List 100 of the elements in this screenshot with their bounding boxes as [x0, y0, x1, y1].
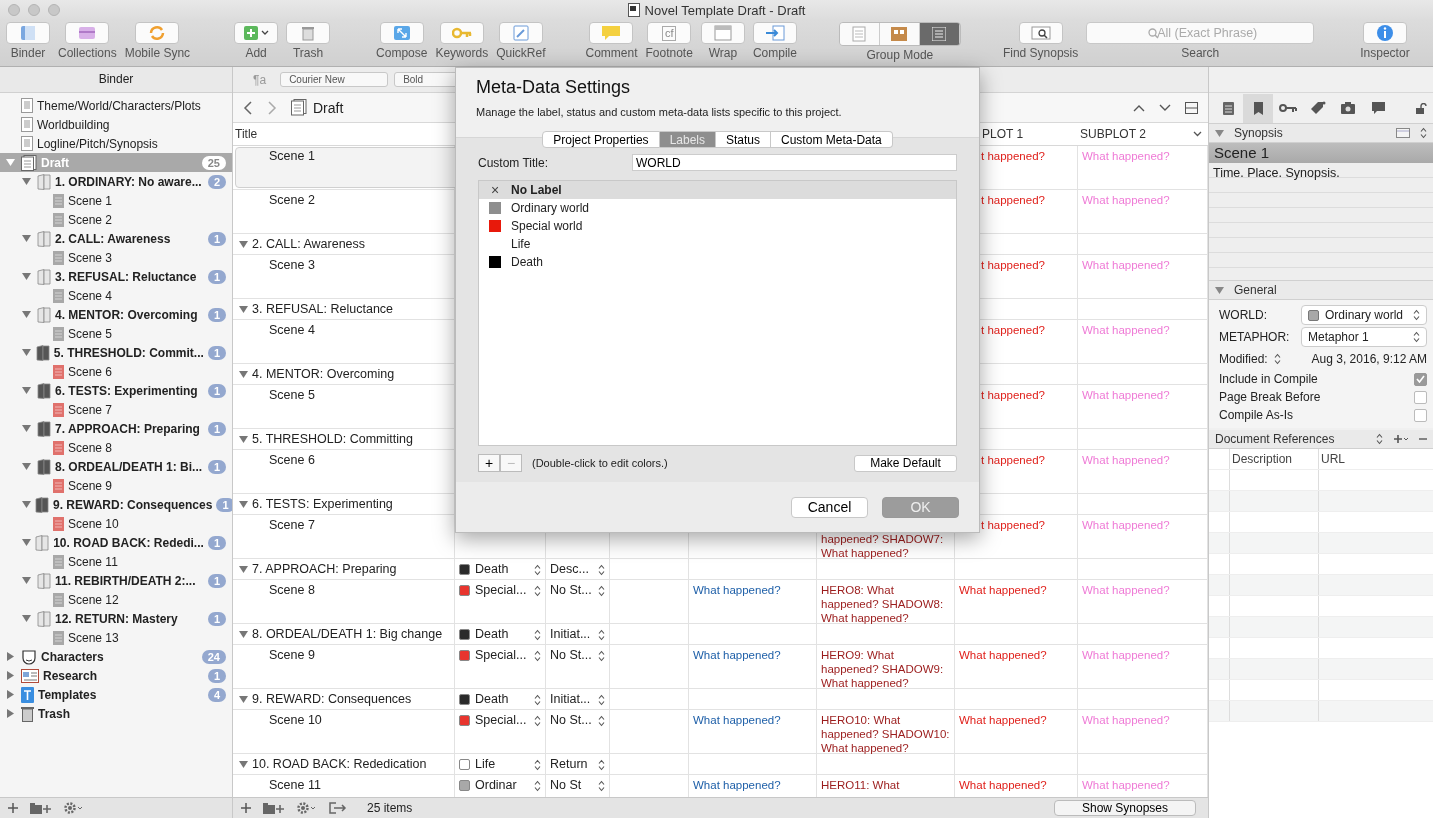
disclosure-down-icon[interactable]	[22, 500, 31, 509]
label-value[interactable]: Death	[475, 692, 529, 706]
outliner-mode-button[interactable]	[919, 23, 960, 45]
disclosure-down-icon[interactable]	[22, 576, 31, 585]
stepper-icon[interactable]	[598, 694, 605, 706]
status-value[interactable]: Desc...	[550, 562, 593, 576]
tab[interactable]: Project Properties	[542, 131, 660, 148]
tab[interactable]: Status	[716, 131, 772, 148]
column-header[interactable]: URL	[1319, 449, 1433, 469]
status-value[interactable]: No St...	[550, 583, 593, 597]
inspector-button[interactable]	[1362, 22, 1407, 44]
stepper-icon[interactable]	[1376, 433, 1383, 445]
label-list-item[interactable]: Death	[479, 253, 956, 271]
add-folder-icon[interactable]	[30, 802, 52, 814]
disclosure-down-icon[interactable]	[22, 234, 31, 243]
search-field[interactable]: All (Exact Phrase)	[1086, 22, 1315, 44]
binder-item[interactable]: 1. ORDINARY: No aware... 2	[0, 172, 232, 191]
disclosure-down-icon[interactable]	[239, 760, 248, 769]
show-synopses-button[interactable]: Show Synopses	[1054, 800, 1196, 816]
disclosure-right-icon[interactable]	[6, 709, 15, 718]
binder-item[interactable]: Scene 7	[0, 400, 232, 419]
stepper-icon[interactable]	[534, 650, 541, 662]
binder-item[interactable]: Templates 4	[0, 685, 232, 704]
add-menu-icon[interactable]	[1393, 434, 1409, 444]
binder-item[interactable]: 4. MENTOR: Overcoming 1	[0, 305, 232, 324]
binder-item[interactable]: 5. THRESHOLD: Commit... 1	[0, 343, 232, 362]
export-icon[interactable]	[329, 802, 347, 814]
cancel-button[interactable]: Cancel	[791, 496, 868, 518]
binder-item[interactable]: 10. ROAD BACK: Rededi... 1	[0, 533, 232, 552]
binder-button[interactable]	[6, 22, 50, 44]
stepper-icon[interactable]	[598, 585, 605, 597]
disclosure-down-icon[interactable]	[22, 538, 31, 547]
binder-item[interactable]: Scene 2	[0, 210, 232, 229]
disclosure-down-icon[interactable]	[1215, 129, 1224, 137]
binder-item[interactable]: Scene 5	[0, 324, 232, 343]
add-icon[interactable]	[241, 803, 251, 813]
disclosure-down-icon[interactable]	[22, 614, 31, 623]
binder-item[interactable]: Theme/World/Characters/Plots	[0, 96, 232, 115]
corkboard-mode-button[interactable]	[879, 23, 920, 45]
checkbox[interactable]	[1414, 408, 1427, 422]
stepper-icon[interactable]	[598, 650, 605, 662]
checkbox[interactable]	[1414, 372, 1427, 386]
binder-item[interactable]: Logline/Pitch/Synopsis	[0, 134, 232, 153]
status-value[interactable]: No St...	[550, 648, 593, 662]
status-value[interactable]: No St	[550, 778, 593, 792]
stepper-icon[interactable]	[598, 759, 605, 771]
label-value[interactable]: Life	[475, 757, 529, 771]
disclosure-down-icon[interactable]	[239, 240, 248, 249]
footnote-button[interactable]: cf	[647, 22, 692, 44]
binder-item[interactable]: 6. TESTS: Experimenting 1	[0, 381, 232, 400]
binder-item[interactable]: Scene 13	[0, 628, 232, 647]
stepper-icon[interactable]	[598, 629, 605, 641]
font-select[interactable]: Courier New	[280, 72, 389, 87]
label-list-item[interactable]: Life	[479, 235, 956, 253]
card-icon[interactable]	[1396, 128, 1410, 138]
binder-item[interactable]: Scene 9	[0, 476, 232, 495]
binder-item[interactable]: 12. RETURN: Mastery 1	[0, 609, 232, 628]
stepper-icon[interactable]	[534, 694, 541, 706]
label-value[interactable]: Special...	[475, 648, 529, 662]
select-field[interactable]: Metaphor 1	[1301, 327, 1427, 347]
label-value[interactable]: Death	[475, 562, 529, 576]
settings-icon[interactable]	[64, 802, 84, 814]
split-view-icon[interactable]	[1185, 101, 1198, 114]
status-value[interactable]: No St...	[550, 713, 593, 727]
binder-item[interactable]: 9. REWARD: Consequences 1	[0, 495, 232, 514]
disclosure-down-icon[interactable]	[239, 695, 248, 704]
add-button[interactable]	[234, 22, 279, 44]
disclosure-down-icon[interactable]	[22, 272, 31, 281]
stepper-icon[interactable]	[1420, 127, 1427, 139]
status-value[interactable]: Return	[550, 757, 593, 771]
checkbox[interactable]	[1414, 390, 1427, 404]
stepper-icon[interactable]	[1273, 353, 1281, 365]
binder-item[interactable]: Scene 4	[0, 286, 232, 305]
binder-item[interactable]: Scene 3	[0, 248, 232, 267]
status-value[interactable]: Initiat...	[550, 692, 593, 706]
disclosure-down-icon[interactable]	[239, 630, 248, 639]
column-header[interactable]: Title	[233, 127, 455, 141]
select-field[interactable]: Ordinary world	[1301, 305, 1427, 325]
binder-item[interactable]: 2. CALL: Awareness 1	[0, 229, 232, 248]
column-header[interactable]: Description	[1230, 449, 1319, 469]
disclosure-down-icon[interactable]	[22, 348, 31, 357]
trash-button[interactable]	[286, 22, 331, 44]
synopsis-title[interactable]: Scene 1	[1209, 143, 1433, 163]
label-list-item[interactable]: × No Label	[479, 181, 956, 199]
disclosure-down-icon[interactable]	[22, 310, 31, 319]
stepper-icon[interactable]	[598, 564, 605, 576]
disclosure-down-icon[interactable]	[22, 424, 31, 433]
compose-button[interactable]	[379, 22, 424, 44]
stepper-icon[interactable]	[534, 629, 541, 641]
label-value[interactable]: Ordinar	[475, 778, 529, 792]
binder-item[interactable]: Scene 6	[0, 362, 232, 381]
disclosure-down-icon[interactable]	[239, 565, 248, 574]
add-icon[interactable]	[8, 803, 18, 813]
binder-item[interactable]: Research 1	[0, 666, 232, 685]
disclosure-down-icon[interactable]	[1215, 286, 1224, 294]
disclosure-down-icon[interactable]	[22, 177, 31, 186]
add-folder-icon[interactable]	[263, 802, 285, 814]
binder-item[interactable]: Scene 1	[0, 191, 232, 210]
stepper-icon[interactable]	[534, 780, 541, 792]
binder-item[interactable]: 8. ORDEAL/DEATH 1: Bi... 1	[0, 457, 232, 476]
